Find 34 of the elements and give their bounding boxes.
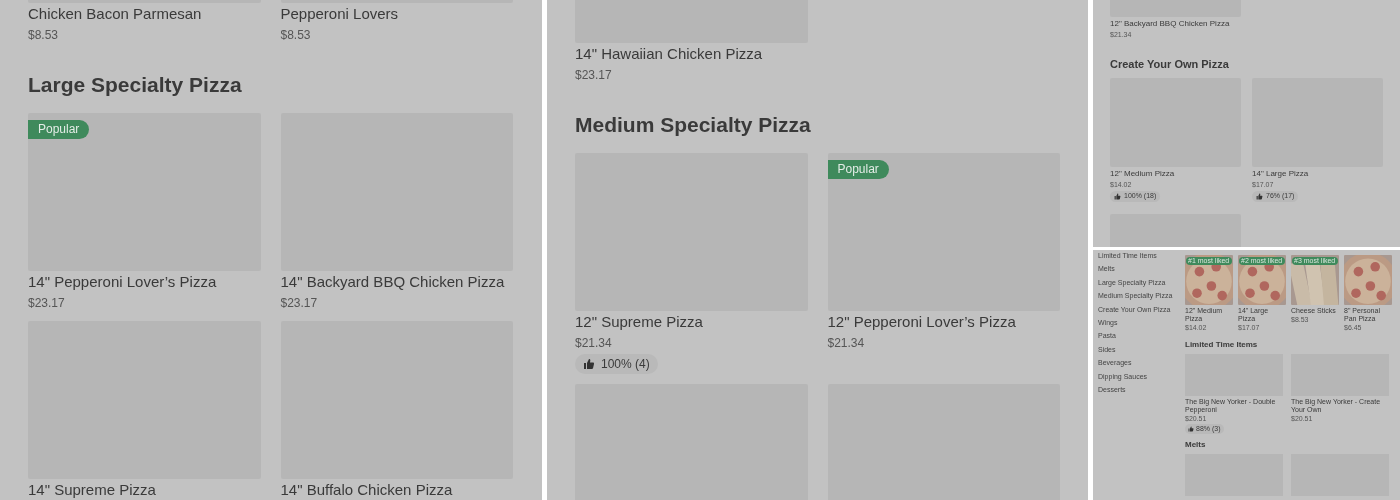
rating-text: 100% (4) <box>601 356 650 373</box>
food-photo[interactable] <box>1344 255 1392 305</box>
thumbs-up-icon <box>1114 193 1121 200</box>
item-name[interactable]: 14" Pepperoni Lover’s Pizza <box>28 272 217 292</box>
image-placeholder[interactable]: Popular <box>827 153 1060 311</box>
item-name[interactable]: 14" Large Pizza <box>1252 168 1309 179</box>
item-price: $8.53 <box>280 27 311 43</box>
item-name[interactable]: Chicken Bacon Parmesan <box>28 4 202 24</box>
item-price: $21.34 <box>827 335 865 351</box>
popular-badge: Popular <box>28 120 90 139</box>
item-price: $8.53 <box>28 27 59 43</box>
section-heading: Medium Specialty Pizza <box>575 112 812 138</box>
item-name[interactable]: 12" Supreme Pizza <box>575 312 703 332</box>
popular-badge: Popular <box>827 160 889 179</box>
item-name[interactable]: 14" Backyard BBQ Chicken Pizza <box>280 272 505 292</box>
item-name[interactable]: 12" Medium Pizza <box>1110 168 1175 179</box>
item-name[interactable]: 12" Pepperoni Lover’s Pizza <box>827 312 1016 332</box>
item-price: $23.17 <box>28 295 65 311</box>
thumbs-up-icon <box>1188 426 1194 432</box>
image-placeholder[interactable]: Popular <box>28 113 261 271</box>
thumbs-up-icon <box>1256 193 1263 200</box>
section-heading: Melts <box>1185 440 1207 450</box>
section-heading: Large Specialty Pizza <box>28 72 243 98</box>
item-name[interactable]: 14" Buffalo Chicken Pizza <box>280 480 453 500</box>
section-heading: Create Your Own Pizza <box>1110 57 1230 72</box>
section-heading: Limited Time Items <box>1185 340 1259 350</box>
item-name[interactable]: 14" Supreme Pizza <box>28 480 156 500</box>
item-price: $21.34 <box>575 335 612 351</box>
item-name[interactable]: 14" Hawaiian Chicken Pizza <box>575 44 763 64</box>
item-price: $23.17 <box>575 67 612 83</box>
item-name[interactable]: 12" Backyard BBQ Chicken Pizza <box>1110 18 1230 29</box>
item-name[interactable]: Pepperoni Lovers <box>280 4 399 24</box>
item-price: $23.17 <box>280 295 318 311</box>
thumbs-up-icon <box>583 358 595 370</box>
